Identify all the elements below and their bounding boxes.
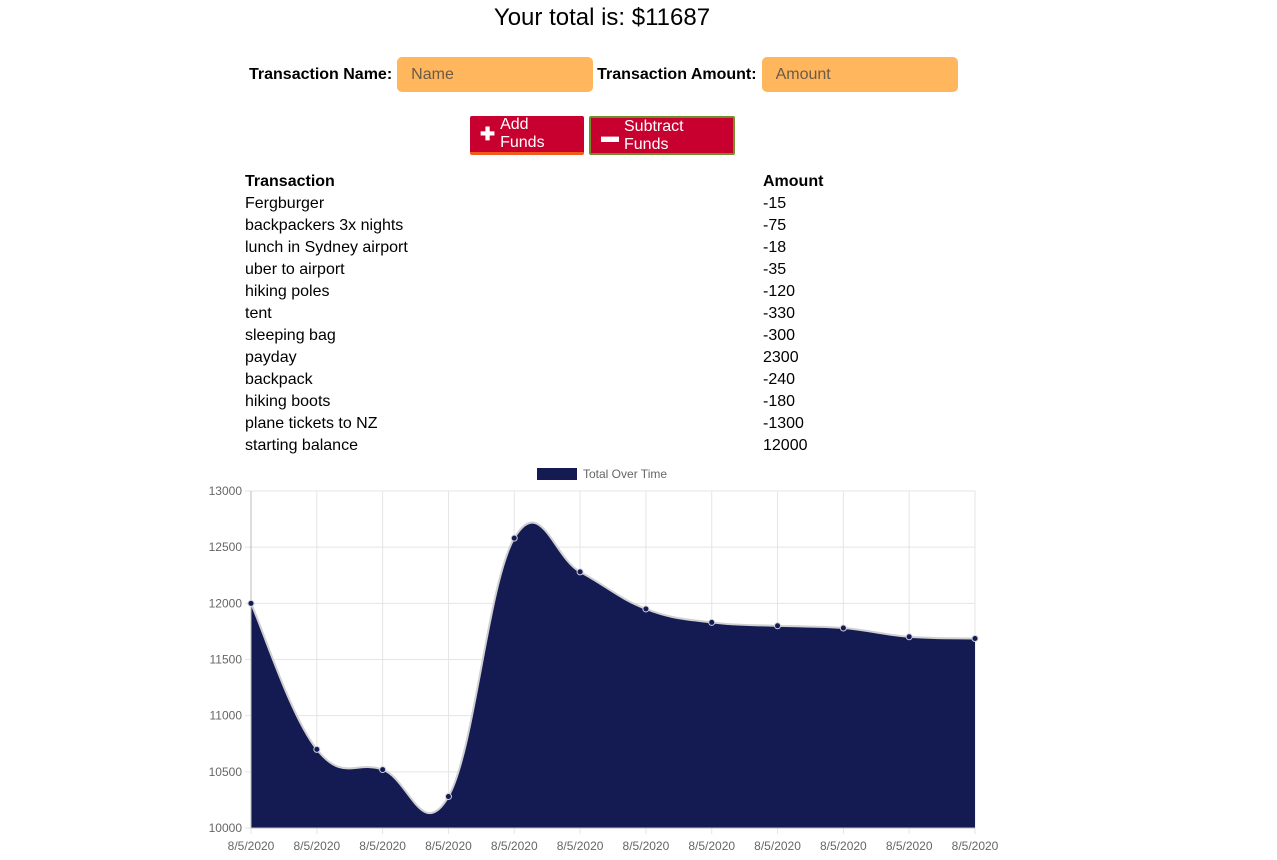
x-tick-label: 8/5/2020 (886, 839, 933, 853)
x-tick-label: 8/5/2020 (820, 839, 867, 853)
y-tick-label: 10500 (209, 765, 243, 779)
y-tick-label: 11000 (210, 709, 243, 723)
series-area (251, 522, 975, 828)
data-point (510, 534, 518, 542)
x-tick-label: 8/5/2020 (425, 839, 472, 853)
x-tick-label: 8/5/2020 (557, 839, 604, 853)
x-tick-label: 8/5/2020 (491, 839, 538, 853)
data-point (642, 605, 650, 613)
y-tick-label: 10000 (209, 821, 243, 835)
data-point (971, 634, 979, 642)
x-tick-label: 8/5/2020 (688, 839, 735, 853)
data-point (905, 633, 913, 641)
data-point (576, 568, 584, 576)
y-tick-label: 13000 (209, 484, 243, 498)
data-point (444, 793, 452, 801)
data-point (313, 745, 321, 753)
data-point (247, 599, 255, 607)
budget-page: Your total is: $11687 Transaction Name: … (0, 0, 1277, 860)
data-point (379, 766, 387, 774)
x-tick-label: 8/5/2020 (293, 839, 340, 853)
data-point (774, 622, 782, 630)
x-tick-label: 8/5/2020 (623, 839, 670, 853)
data-point (708, 618, 716, 626)
x-tick-label: 8/5/2020 (754, 839, 801, 853)
total-over-time-chart: 10000 10500 11000 11500 12000 12500 13000 8/5/2… (209, 484, 999, 853)
x-tick-label: 8/5/2020 (359, 839, 406, 853)
data-point (839, 624, 847, 632)
x-tick-label: 8/5/2020 (952, 839, 999, 853)
y-tick-label: 11500 (210, 653, 243, 667)
y-tick-label: 12000 (209, 596, 243, 610)
y-tick-label: 12500 (209, 540, 243, 554)
x-tick-label: 8/5/2020 (228, 839, 275, 853)
